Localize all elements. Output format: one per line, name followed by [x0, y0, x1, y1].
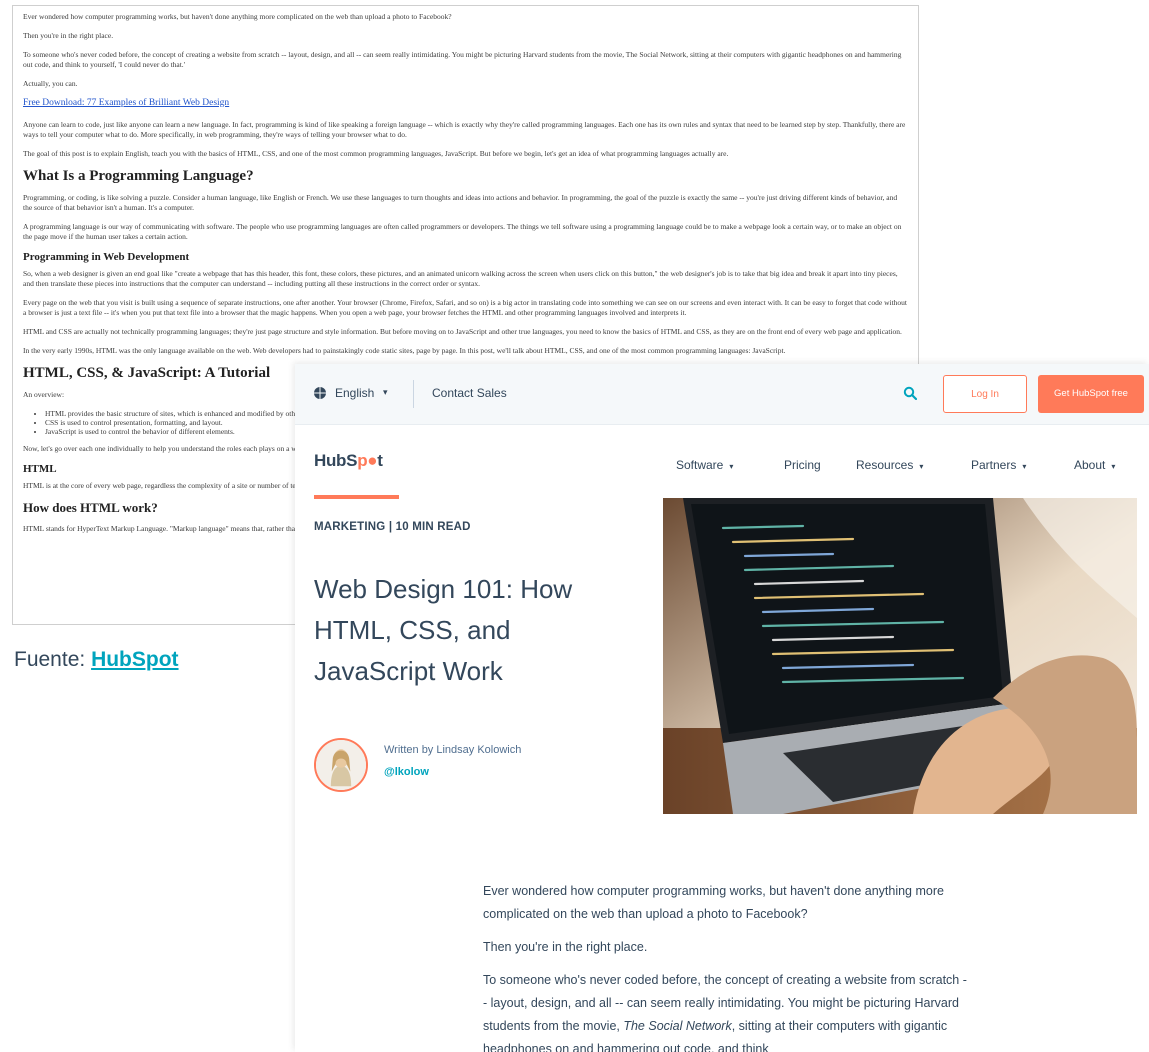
plain-paragraph: Actually, you can. — [23, 79, 78, 88]
main-navigation: HubSp●t Software ▾ Pricing Resources ▾ Par… — [295, 426, 1149, 500]
chevron-down-icon: ▾ — [1022, 462, 1027, 471]
get-hubspot-free-button[interactable]: Get HubSpot free — [1038, 375, 1144, 413]
body-paragraph: To someone who's never coded before, the… — [483, 973, 967, 1052]
hero-image-laptop-code — [663, 498, 1137, 814]
plain-heading: What Is a Programming Language? — [23, 168, 254, 184]
login-button[interactable]: Log In — [943, 375, 1027, 413]
chevron-down-icon: ▾ — [1111, 462, 1116, 471]
hubspot-page-screenshot: English ▾ Contact Sales Log In Get HubSp… — [295, 364, 1149, 1052]
nav-item-resources[interactable]: Resources ▾ — [856, 458, 923, 472]
globe-icon — [314, 387, 326, 399]
source-caption: Fuente: HubSpot — [14, 648, 179, 672]
utility-bar: English ▾ Contact Sales Log In Get HubSp… — [295, 364, 1149, 425]
plain-paragraph: So, when a web designer is given an end … — [23, 269, 898, 288]
search-icon[interactable] — [903, 386, 917, 400]
article-body: Ever wondered how computer programming w… — [483, 880, 969, 1052]
plain-paragraph: Anyone can learn to code, just like anyo… — [23, 120, 906, 139]
plain-paragraph: Ever wondered how computer programming w… — [23, 12, 452, 21]
author-byline: Written by Lindsay Kolowich — [384, 744, 522, 756]
accent-bar — [314, 495, 399, 499]
body-paragraph: Ever wondered how computer programming w… — [483, 884, 944, 921]
nav-item-pricing[interactable]: Pricing — [784, 458, 821, 472]
source-link[interactable]: HubSpot — [91, 648, 178, 671]
body-paragraph: Then you're in the right place. — [483, 940, 648, 954]
plain-paragraph: HTML and CSS are actually not technicall… — [23, 327, 902, 336]
nav-item-partners[interactable]: Partners ▾ — [971, 458, 1026, 472]
divider — [413, 380, 414, 408]
hubspot-logo[interactable]: HubSp●t — [314, 451, 383, 471]
article-title: Web Design 101: How HTML, CSS, and JavaS… — [314, 574, 573, 686]
plain-paragraph: Every page on the web that you visit is … — [23, 298, 907, 317]
plain-paragraph: Then you're in the right place. — [23, 31, 114, 40]
contact-sales-link[interactable]: Contact Sales — [432, 386, 507, 400]
plain-cta-link[interactable]: Free Download: 77 Examples of Brilliant … — [23, 98, 229, 108]
article-kicker: MARKETING | 10 MIN READ — [314, 521, 471, 533]
plain-paragraph: Programming, or coding, is like solving … — [23, 193, 898, 212]
plain-paragraph: A programming language is our way of com… — [23, 222, 902, 241]
chevron-down-icon[interactable]: ▾ — [383, 387, 388, 398]
plain-subheading: Programming in Web Development — [23, 251, 190, 263]
author-handle-link[interactable]: @lkolow — [384, 766, 429, 778]
language-selector[interactable]: English — [335, 386, 374, 400]
source-caption-prefix: Fuente: — [14, 648, 92, 671]
nav-item-software[interactable]: Software ▾ — [676, 458, 733, 472]
plain-paragraph: To someone who's never coded before, the… — [23, 50, 902, 69]
nav-item-about[interactable]: About ▾ — [1074, 458, 1115, 472]
chevron-down-icon: ▾ — [919, 462, 924, 471]
chevron-down-icon: ▾ — [729, 462, 734, 471]
author-avatar[interactable] — [314, 738, 368, 792]
plain-paragraph: In the very early 1990s, HTML was the on… — [23, 346, 786, 355]
plain-paragraph: The goal of this post is to explain Engl… — [23, 149, 729, 158]
